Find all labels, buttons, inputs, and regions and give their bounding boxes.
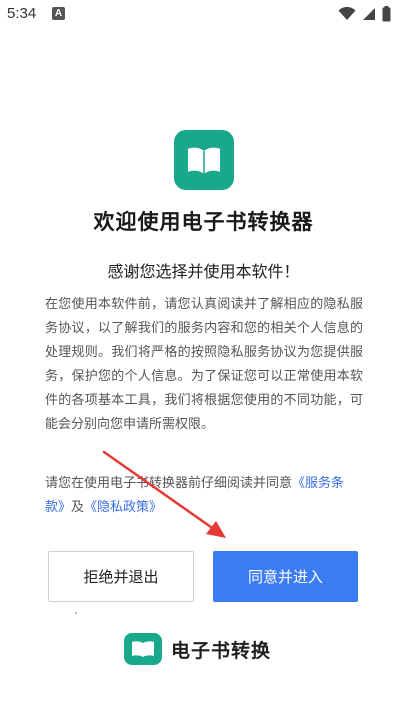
red-arrow-annotation xyxy=(102,450,226,538)
brand-logo: 电子书转换 xyxy=(124,632,271,666)
brand-name: 电子书转换 xyxy=(171,639,272,662)
brand-book-icon xyxy=(124,633,162,665)
